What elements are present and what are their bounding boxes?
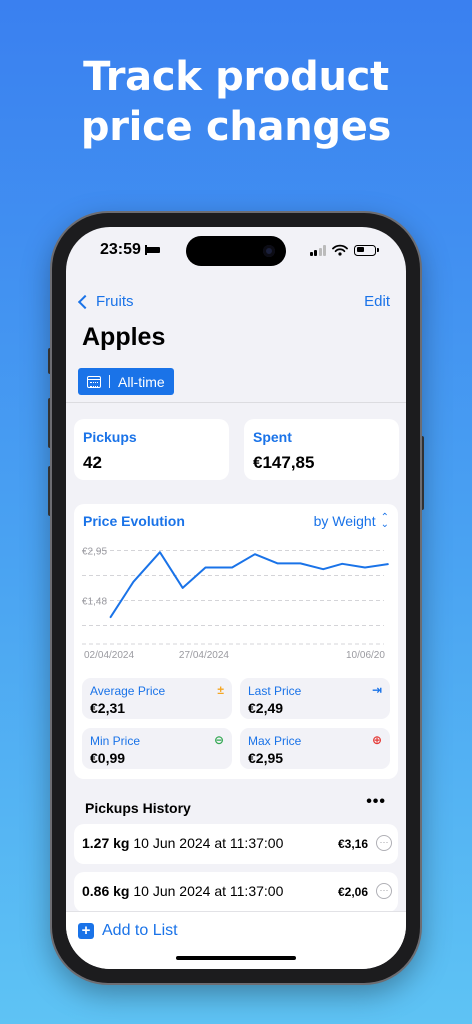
minus-circle-icon: ⊖	[213, 733, 224, 747]
dynamic-island	[186, 236, 286, 266]
calendar-icon	[87, 375, 101, 388]
back-button[interactable]: Fruits	[76, 293, 134, 310]
average-price-label: Average Price	[90, 684, 166, 698]
min-price-value: €0,99	[90, 750, 126, 766]
max-price-value: €2,95	[248, 750, 284, 766]
history-more-button[interactable]: •••	[366, 793, 386, 811]
pickups-label: Pickups	[83, 429, 137, 445]
spent-card: Spent €147,85	[244, 419, 399, 480]
average-price-value: €2,31	[90, 700, 126, 716]
pickups-value: 42	[83, 453, 102, 472]
add-to-list-label: Add to List	[102, 922, 178, 939]
page-title: Apples	[82, 323, 166, 351]
last-price-value: €2,49	[248, 700, 284, 716]
history-row-datetime: 10 Jun 2024 at 11:37:00	[133, 835, 284, 851]
x-tick-label: 02/04/2024	[84, 650, 134, 661]
status-time: 23:59	[100, 241, 160, 259]
last-price-label: Last Price	[248, 684, 302, 698]
status-indicators	[309, 244, 379, 256]
chart-mode-selector[interactable]: by Weight ⌃ ⌄	[313, 512, 389, 530]
edit-button[interactable]: Edit	[364, 293, 390, 310]
phone-screen: 23:59 Fruits Edit Apples All-time Pickup…	[66, 227, 406, 969]
chart-mode-label: by Weight	[313, 513, 376, 529]
bed-icon	[144, 245, 160, 255]
history-row-text: 1.27 kg 10 Jun 2024 at 11:37:00	[82, 835, 283, 851]
history-row-price: €2,06	[337, 885, 368, 899]
x-tick-label: 10/06/20	[346, 650, 385, 661]
plus-square-icon: +	[78, 923, 94, 939]
spent-label: Spent	[253, 429, 292, 445]
add-to-list-button[interactable]: + Add to List	[78, 922, 178, 940]
chevron-left-icon	[77, 294, 93, 309]
average-price-tile: Average Price €2,31 ±	[82, 678, 232, 719]
min-price-label: Min Price	[90, 734, 141, 748]
headline: Track product price changes	[0, 52, 472, 152]
last-price-tile: Last Price €2,49 ⇥	[240, 678, 390, 719]
bottom-bar: + Add to List	[66, 911, 406, 969]
chevron-up-down-icon: ⌃ ⌄	[380, 512, 389, 530]
average-icon: ±	[217, 683, 224, 697]
max-price-tile: Max Price €2,95 ⊕	[240, 728, 390, 769]
phone-frame: 23:59 Fruits Edit Apples All-time Pickup…	[52, 213, 420, 983]
history-row[interactable]: 0.86 kg 10 Jun 2024 at 11:37:00 €2,06 ··…	[74, 872, 398, 912]
header-divider	[66, 402, 406, 403]
history-row-weight: 0.86 kg	[82, 883, 130, 899]
history-row-weight: 1.27 kg	[82, 835, 130, 851]
pickups-history-title: Pickups History	[85, 800, 191, 816]
y-tick-label: €1,48	[82, 596, 107, 607]
arrow-to-right-icon: ⇥	[371, 683, 382, 697]
history-row[interactable]: 1.27 kg 10 Jun 2024 at 11:37:00 €3,16 ··…	[74, 824, 398, 864]
x-tick-label: 27/04/2024	[179, 650, 229, 661]
chip-separator	[109, 375, 110, 388]
wifi-icon	[332, 244, 348, 256]
pickups-card: Pickups 42	[74, 419, 229, 480]
ellipsis-circle-icon[interactable]: ···	[376, 835, 392, 851]
y-tick-label: €2,95	[82, 547, 107, 558]
camera-icon	[263, 245, 275, 257]
date-range-button[interactable]: All-time	[78, 368, 174, 395]
date-range-label: All-time	[118, 373, 165, 390]
history-row-price: €3,16	[337, 837, 368, 851]
price-series-line	[109, 551, 389, 619]
spent-value: €147,85	[253, 453, 315, 472]
plus-circle-icon: ⊕	[371, 733, 382, 747]
history-row-datetime: 10 Jun 2024 at 11:37:00	[133, 883, 284, 899]
price-evolution-card: Price Evolution by Weight ⌃ ⌄ €2,95 €1,48 0…	[74, 504, 398, 779]
home-indicator	[176, 956, 296, 960]
battery-icon	[354, 244, 379, 256]
history-row-text: 0.86 kg 10 Jun 2024 at 11:37:00	[82, 883, 283, 899]
back-button-label: Fruits	[96, 293, 134, 310]
status-time-text: 23:59	[100, 241, 141, 258]
price-evolution-title: Price Evolution	[83, 513, 185, 529]
cellular-signal-icon	[309, 244, 326, 256]
power-button	[420, 436, 424, 510]
max-price-label: Max Price	[248, 734, 302, 748]
headline-line-2: price changes	[80, 104, 392, 150]
min-price-tile: Min Price €0,99 ⊖	[82, 728, 232, 769]
ellipsis-circle-icon[interactable]: ···	[376, 883, 392, 899]
headline-line-1: Track product	[83, 54, 389, 100]
price-chart: €2,95 €1,48 02/04/2024 27/04/2024 10/06/20	[82, 547, 389, 661]
